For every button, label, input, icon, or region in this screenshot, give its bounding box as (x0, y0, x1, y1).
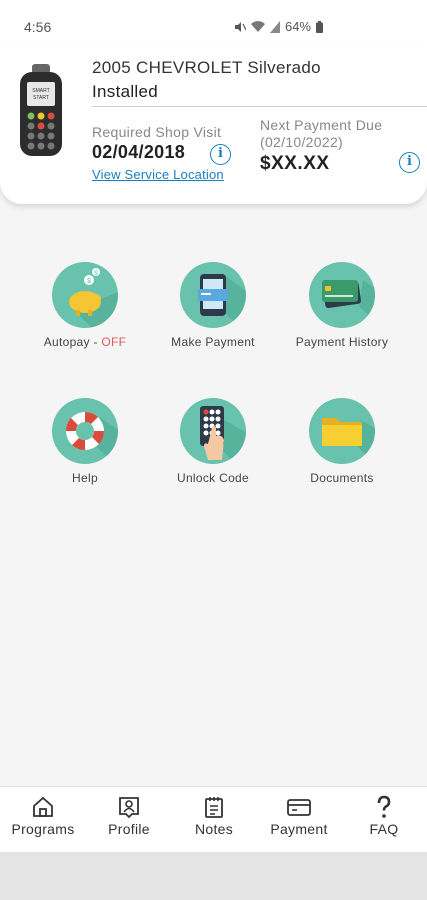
help-label: Help (72, 471, 98, 485)
make-payment-label: Make Payment (171, 335, 255, 349)
battery-icon (316, 20, 323, 33)
question-mark-icon (377, 795, 391, 818)
autopay-state: OFF (101, 335, 127, 349)
battery-percent: 64% (284, 19, 311, 34)
card-divider (92, 106, 427, 107)
profile-icon (119, 797, 139, 819)
unlock-code-label: Unlock Code (176, 471, 249, 485)
next-payment-label: Next Payment Due (02/10/2022) (260, 117, 382, 151)
nav-payment-label: Payment (270, 821, 328, 837)
autopay-label: Autopay - OFF (25, 335, 145, 349)
make-payment-tile[interactable]: Make Payment (153, 262, 273, 349)
nav-faq-label: FAQ (369, 821, 399, 837)
lifebuoy-icon (52, 398, 118, 464)
payment-info-icon[interactable]: i (399, 152, 420, 173)
device-screen-line2: START (33, 95, 49, 101)
svg-text:$: $ (87, 278, 91, 285)
documents-label: Documents (310, 471, 374, 485)
documents-tile[interactable]: Documents (282, 398, 402, 485)
mute-icon (234, 21, 246, 32)
unlock-code-tile[interactable]: Unlock Code (153, 398, 273, 485)
status-icons: 64% (234, 19, 323, 34)
nav-notes-label: Notes (194, 821, 234, 837)
autopay-separator: - (89, 335, 102, 349)
shop-visit-info-icon[interactable]: i (210, 144, 231, 165)
home-icon (33, 796, 53, 817)
folder-icon (309, 398, 375, 464)
payment-history-label: Payment History (295, 335, 389, 349)
wifi-icon (250, 20, 265, 32)
status-time: 4:56 (24, 19, 52, 35)
breathalyzer-device-icon: SMART START (20, 64, 62, 156)
keypad-icon (180, 398, 246, 464)
credit-card-icon (287, 799, 311, 816)
next-payment-label-line1: Next Payment Due (260, 117, 383, 133)
nav-profile-label: Profile (108, 821, 150, 837)
mobile-payment-icon (180, 262, 246, 328)
vehicle-card: SMART START 2005 CHEVROLET Silverado Ins… (0, 44, 427, 204)
signal-icon (269, 20, 280, 33)
payment-history-tile[interactable]: Payment History (282, 262, 402, 349)
shop-visit-label: Required Shop Visit (92, 124, 222, 140)
nav-profile[interactable]: Profile (89, 795, 169, 837)
device-screen-line1: SMART (32, 88, 49, 94)
autopay-text: Autopay (43, 335, 90, 349)
credit-cards-icon (309, 262, 375, 328)
system-nav-bar (0, 852, 427, 900)
help-tile[interactable]: Help (25, 398, 145, 485)
nav-notes[interactable]: Notes (174, 795, 254, 837)
bottom-nav: Programs Profile Notes Payment FAQ (0, 786, 427, 852)
piggy-bank-icon: $ $ (52, 262, 118, 328)
vehicle-name: 2005 CHEVROLET Silverado (92, 58, 321, 77)
shop-visit-date: 02/04/2018 (92, 142, 186, 162)
notes-icon (205, 797, 223, 818)
nav-faq[interactable]: FAQ (344, 795, 424, 837)
nav-programs[interactable]: Programs (3, 795, 83, 837)
view-service-location-link[interactable]: View Service Location (92, 167, 224, 182)
vehicle-status: Installed (92, 82, 159, 101)
nav-payment[interactable]: Payment (259, 795, 339, 837)
autopay-tile[interactable]: $ $ Autopay - OFF (25, 262, 145, 349)
nav-programs-label: Programs (11, 821, 75, 837)
next-payment-date: (02/10/2022) (260, 134, 343, 150)
next-payment-amount: $XX.XX (260, 153, 330, 174)
